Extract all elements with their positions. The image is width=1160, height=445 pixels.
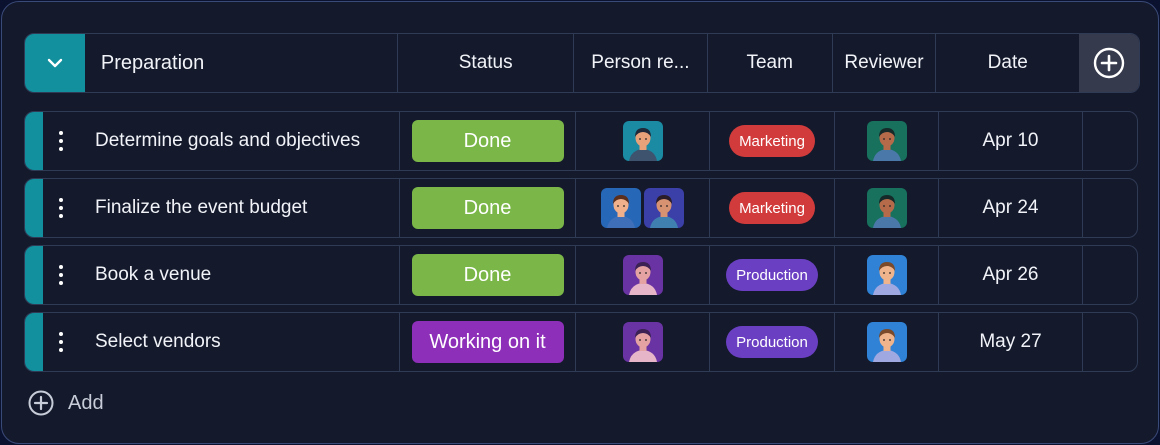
status-label[interactable]: Done: [411, 187, 564, 229]
reviewer-cell[interactable]: [835, 313, 939, 371]
row-menu-icon[interactable]: [45, 263, 77, 287]
chevron-down-icon: [47, 58, 63, 68]
task-cell[interactable]: Book a venue: [43, 246, 400, 304]
person-cell[interactable]: [576, 112, 710, 170]
row-menu-icon[interactable]: [45, 129, 77, 153]
row-accent-bar: [25, 246, 43, 304]
status-cell[interactable]: Working on it: [400, 313, 576, 371]
task-name[interactable]: Select vendors: [95, 331, 221, 353]
column-header-status[interactable]: Status: [398, 34, 575, 92]
column-header-reviewer[interactable]: Reviewer: [833, 34, 937, 92]
table-row[interactable]: Determine goals and objectives Done Market…: [24, 111, 1138, 171]
date-cell[interactable]: Apr 10: [939, 112, 1083, 170]
status-label[interactable]: Done: [411, 120, 564, 162]
column-header-person[interactable]: Person re...: [574, 34, 708, 92]
row-menu-icon[interactable]: [45, 330, 77, 354]
table-row[interactable]: Book a venue Done Production Apr 26: [24, 245, 1138, 305]
team-cell[interactable]: Marketing: [710, 112, 835, 170]
team-label[interactable]: Production: [726, 259, 818, 291]
status-cell[interactable]: Done: [400, 179, 576, 237]
team-label[interactable]: Marketing: [729, 125, 815, 157]
task-cell[interactable]: Finalize the event budget: [43, 179, 400, 237]
row-accent-bar: [25, 179, 43, 237]
add-column-button[interactable]: [1079, 34, 1139, 92]
date-cell[interactable]: Apr 26: [939, 246, 1083, 304]
group-title[interactable]: Preparation: [85, 34, 399, 92]
collapse-group-button[interactable]: [25, 34, 85, 92]
add-item-button[interactable]: Add: [27, 389, 104, 417]
row-accent-bar: [25, 112, 43, 170]
table-row[interactable]: Select vendors Working on it Production May…: [24, 312, 1138, 372]
team-label[interactable]: Marketing: [729, 192, 815, 224]
task-cell[interactable]: Select vendors: [43, 313, 400, 371]
avatar-man-green[interactable]: [866, 121, 907, 161]
avatar-woman-indigo[interactable]: [644, 188, 684, 228]
task-name[interactable]: Book a venue: [95, 264, 211, 286]
column-header-team[interactable]: Team: [708, 34, 833, 92]
column-header-date[interactable]: Date: [936, 34, 1079, 92]
reviewer-cell[interactable]: [835, 112, 939, 170]
plus-circle-icon: [1093, 47, 1125, 79]
status-cell[interactable]: Done: [400, 112, 576, 170]
date-cell[interactable]: May 27: [939, 313, 1083, 371]
row-menu-icon[interactable]: [45, 196, 77, 220]
person-cell[interactable]: [576, 313, 710, 371]
task-name[interactable]: Determine goals and objectives: [95, 130, 360, 152]
avatar-woman-purple[interactable]: [622, 255, 663, 295]
date-cell[interactable]: Apr 24: [939, 179, 1083, 237]
status-cell[interactable]: Done: [400, 246, 576, 304]
row-accent-bar: [25, 313, 43, 371]
plus-circle-icon: [28, 390, 54, 416]
avatar-woman-purple[interactable]: [622, 322, 663, 362]
reviewer-cell[interactable]: [835, 179, 939, 237]
avatar-man-green[interactable]: [866, 188, 907, 228]
avatar-man-blue[interactable]: [866, 255, 907, 295]
avatar-woman-blue[interactable]: [601, 188, 641, 228]
person-cell[interactable]: [576, 246, 710, 304]
task-name[interactable]: Finalize the event budget: [95, 197, 307, 219]
team-label[interactable]: Production: [726, 326, 818, 358]
group-header: Preparation Status Person re... Team Rev…: [24, 33, 1140, 93]
task-cell[interactable]: Determine goals and objectives: [43, 112, 400, 170]
avatar-man-teal[interactable]: [622, 121, 663, 161]
status-label[interactable]: Working on it: [411, 321, 564, 363]
table-row[interactable]: Finalize the event budget Done Marketing Ap…: [24, 178, 1138, 238]
team-cell[interactable]: Marketing: [710, 179, 835, 237]
add-item-label: Add: [68, 391, 104, 414]
status-label[interactable]: Done: [411, 254, 564, 296]
person-cell[interactable]: [576, 179, 710, 237]
team-cell[interactable]: Production: [710, 313, 835, 371]
avatar-man-blue[interactable]: [866, 322, 907, 362]
board-frame: Preparation Status Person re... Team Rev…: [1, 1, 1159, 444]
reviewer-cell[interactable]: [835, 246, 939, 304]
team-cell[interactable]: Production: [710, 246, 835, 304]
